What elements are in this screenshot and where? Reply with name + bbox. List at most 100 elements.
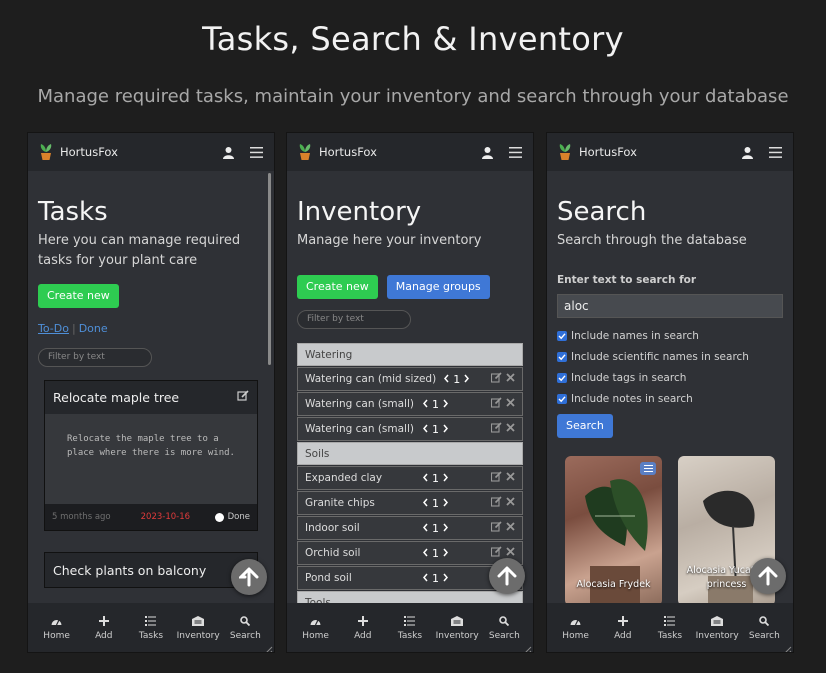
nav-item-inventory[interactable]: Inventory [176,603,221,652]
logo-icon[interactable] [557,143,573,161]
chevron-right-icon[interactable] [443,472,448,485]
inventory-item-name[interactable]: Granite chips [305,497,415,509]
inventory-filter-input[interactable]: Filter by text [297,310,411,329]
scroll-top-button[interactable] [750,558,786,594]
resize-grip-icon[interactable] [782,641,792,652]
task-filter-input[interactable]: Filter by text [38,348,152,367]
scroll-top-button[interactable] [489,558,525,594]
chevron-left-icon[interactable] [423,497,428,510]
nav-item-home[interactable]: Home [293,603,338,652]
chevron-right-icon[interactable] [443,497,448,510]
list-icon[interactable] [640,462,656,475]
chevron-left-icon[interactable] [423,423,428,436]
nav-item-add[interactable]: Add [340,603,385,652]
search-option-checkbox[interactable]: Include notes in search [557,393,783,405]
inventory-group-header[interactable]: Watering [297,343,523,366]
inventory-item-name[interactable]: Pond soil [305,572,415,584]
close-icon[interactable] [506,522,515,534]
logo-icon[interactable] [297,143,313,161]
edit-icon[interactable] [490,471,502,485]
chevron-right-icon[interactable] [443,547,448,560]
nav-item-add[interactable]: Add [600,603,645,652]
chevron-right-icon[interactable] [443,572,448,585]
nav-item-home[interactable]: Home [553,603,598,652]
nav-item-inventory[interactable]: Inventory [695,603,740,652]
manage-groups-button[interactable]: Manage groups [386,275,490,299]
edit-icon[interactable] [490,496,502,510]
nav-item-add[interactable]: Add [81,603,126,652]
search-button[interactable]: Search [557,414,613,438]
chevron-left-icon[interactable] [423,547,428,560]
inventory-group-header[interactable]: Soils [297,442,523,465]
chevron-left-icon[interactable] [444,373,449,386]
hamburger-menu-icon[interactable] [767,144,783,160]
chevron-right-icon[interactable] [443,398,448,411]
chevron-left-icon[interactable] [423,572,428,585]
result-card[interactable]: Alocasia Frydek [565,456,662,603]
brand-name[interactable]: HortusFox [60,145,208,159]
chevron-right-icon[interactable] [443,522,448,535]
search-screen: HortusFox Search Search through the data… [546,132,794,653]
nav-item-tasks[interactable]: Tasks [647,603,692,652]
radio-icon[interactable] [214,512,224,522]
search-input[interactable]: aloc [557,294,783,318]
resize-grip-icon[interactable] [522,641,532,652]
user-icon[interactable] [220,144,236,160]
scrollbar[interactable] [268,173,271,365]
edit-icon[interactable] [490,422,502,436]
chevron-left-icon[interactable] [423,398,428,411]
scroll-top-button[interactable] [231,559,267,595]
hamburger-menu-icon[interactable] [507,144,523,160]
nav-item-search[interactable]: Search [742,603,787,652]
inventory-item-name[interactable]: Orchid soil [305,547,415,559]
inventory-item-name[interactable]: Watering can (small) [305,423,415,435]
search-option-checkbox[interactable]: Include names in search [557,330,783,342]
inventory-item-name[interactable]: Indoor soil [305,522,415,534]
inventory-group-header[interactable]: Tools [297,591,523,603]
chevron-left-icon[interactable] [423,472,428,485]
logo-icon[interactable] [38,143,54,161]
inventory-item-name[interactable]: Watering can (mid sized) [305,373,436,385]
quantity-stepper: 1 [421,572,450,585]
nav-item-search[interactable]: Search [223,603,268,652]
checkbox-checked-icon[interactable] [557,331,567,341]
tab-done[interactable]: Done [79,322,108,335]
close-icon[interactable] [506,373,515,385]
chevron-right-icon[interactable] [464,373,470,386]
edit-icon[interactable] [237,390,249,405]
close-icon[interactable] [506,497,515,509]
brand-name[interactable]: HortusFox [579,145,727,159]
close-icon[interactable] [506,398,515,410]
bottom-nav: Home Add Tasks Inventory Search [287,603,533,652]
nav-item-search[interactable]: Search [482,603,527,652]
edit-icon[interactable] [490,397,502,411]
checkbox-checked-icon[interactable] [557,373,567,383]
inventory-item-name[interactable]: Expanded clay [305,472,415,484]
nav-item-tasks[interactable]: Tasks [128,603,173,652]
nav-item-inventory[interactable]: Inventory [435,603,480,652]
close-icon[interactable] [506,472,515,484]
edit-icon[interactable] [490,521,502,535]
hamburger-menu-icon[interactable] [248,144,264,160]
create-task-button[interactable]: Create new [38,284,119,308]
edit-icon[interactable] [490,372,502,386]
search-option-checkbox[interactable]: Include tags in search [557,372,783,384]
nav-item-home[interactable]: Home [34,603,79,652]
inventory-item-name[interactable]: Watering can (small) [305,398,415,410]
checkbox-checked-icon[interactable] [557,352,567,362]
chevron-left-icon[interactable] [423,522,428,535]
brand-name[interactable]: HortusFox [319,145,467,159]
tab-todo[interactable]: To-Do [38,322,69,335]
checkbox-checked-icon[interactable] [557,394,567,404]
task-done-toggle[interactable]: Done [214,512,250,522]
chevron-right-icon[interactable] [443,423,448,436]
create-item-button[interactable]: Create new [297,275,378,299]
user-icon[interactable] [479,144,495,160]
close-icon[interactable] [506,423,515,435]
nav-item-label: Search [488,630,520,641]
edit-icon[interactable] [490,546,502,560]
search-option-checkbox[interactable]: Include scientific names in search [557,351,783,363]
nav-item-tasks[interactable]: Tasks [387,603,432,652]
resize-grip-icon[interactable] [263,641,273,652]
user-icon[interactable] [739,144,755,160]
